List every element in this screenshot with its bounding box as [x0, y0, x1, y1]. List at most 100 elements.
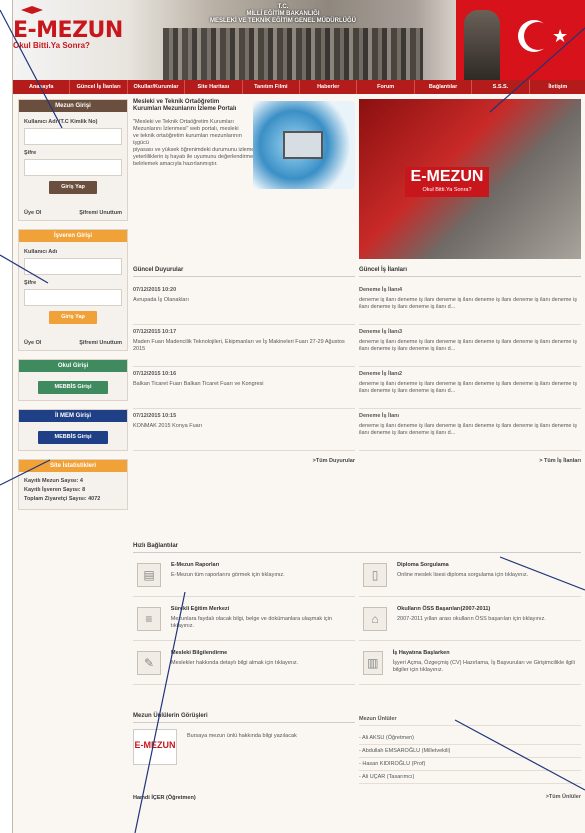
mezun-forgot-link[interactable]: Şifremi Unuttum	[79, 210, 122, 216]
books-icon: ≡	[137, 607, 161, 631]
job-item[interactable]: Deneme İş İlanı2 deneme iş ilanı deneme i…	[359, 367, 581, 409]
laptop-icon	[283, 131, 323, 159]
mezun-pass-input[interactable]	[24, 159, 122, 176]
isveren-register-link[interactable]: Üye Ol	[24, 340, 41, 346]
famous-alumni-item[interactable]: - Hasan KIDIROĞLU (Prof)	[359, 758, 581, 771]
opinion-text: Bursaya mezun ünlü hakkında bilgi yazıla…	[187, 733, 297, 739]
notepad-icon: ✎	[137, 651, 161, 675]
ilmem-login-box: İl MEM Girişi MEBBİS Girişi	[18, 409, 128, 451]
all-jobs-link[interactable]: > Tüm İş İlanları	[359, 458, 581, 464]
job-text: deneme iş ilanı deneme iş ilanı deneme i…	[359, 381, 577, 394]
opinion-author[interactable]: Hamdi İÇER (Öğretmen)	[133, 795, 355, 801]
mezun-pass-label: Şifre	[24, 150, 37, 156]
building-icon: ⌂	[363, 607, 387, 631]
announcement-date: 07/12/2015 10:20	[133, 287, 177, 293]
nav-baglantilar[interactable]: Bağlantılar	[415, 80, 473, 94]
quick-link-desc: Meslekler hakkında detaylı bilgi almak i…	[171, 660, 299, 666]
job-text: deneme iş ilanı deneme iş ilanı deneme i…	[359, 339, 577, 352]
famous-alumni-item[interactable]: - Ali UÇAR (Tasarımcı)	[359, 771, 581, 784]
isveren-pass-input[interactable]	[24, 289, 122, 306]
nav-haberler[interactable]: Haberler	[300, 80, 358, 94]
page-frame: T.C. MİLLİ EĞİTİM BAKANLIĞI MESLEKİ VE T…	[12, 0, 585, 833]
job-item[interactable]: Deneme İş İlanı4 deneme iş ilanı deneme i…	[359, 283, 581, 325]
graduation-cap-icon	[21, 6, 43, 14]
announcements-title: Güncel Duyurular	[133, 267, 355, 277]
nav-site-haritasi[interactable]: Site Haritası	[185, 80, 243, 94]
famous-alumni-section: Mezun Ünlüler - Ali AKSU (Öğretmen) - Ab…	[359, 713, 581, 804]
stats-visitor-count: Toplam Ziyaretçi Sayısı: 4072	[24, 496, 101, 502]
logo-text: E-MEZUN	[13, 18, 123, 43]
mezun-user-label: Kullanıcı Adı (T.C Kimlik No)	[24, 119, 98, 125]
quick-link-item[interactable]: ▥ İş Hayatına Başlarken İşyeri Açma, Özgeç…	[359, 647, 581, 685]
isveren-login-button[interactable]: Giriş Yap	[49, 311, 97, 324]
mezun-login-box: Mezun Girişi Kullanıcı Adı (T.C Kimlik N…	[18, 99, 128, 221]
quick-link-item[interactable]: ⌂ Okulların ÖSS Başarıları(2007-2011) 2007…	[359, 603, 581, 641]
announcement-item[interactable]: 07/12/2015 10:20 Avrupada İş Olanakları	[133, 283, 355, 325]
ministry-line1: T.C.	[277, 4, 289, 10]
mezun-login-title: Mezun Girişi	[19, 100, 127, 112]
main-nav: Anasayfa Güncel İş İlanları Okullar/Kuru…	[13, 80, 585, 94]
job-title: Deneme İş İlanı3	[359, 329, 403, 335]
famous-alumni-title: Mezun Ünlüler	[359, 713, 581, 726]
document-icon: ▯	[363, 563, 387, 587]
announcement-item[interactable]: 07/12/2015 10:17 Maden Fuarı Madencilik T…	[133, 325, 355, 367]
isveren-login-title: İşveren Girişi	[19, 230, 127, 242]
jobs-title: Güncel İş İlanları	[359, 267, 581, 277]
quick-link-item[interactable]: ▤ E-Mezun Raporları E-Mezun tüm raporların…	[133, 559, 355, 597]
famous-alumni-item[interactable]: - Ali AKSU (Öğretmen)	[359, 732, 581, 745]
nav-is-ilanlari[interactable]: Güncel İş İlanları	[70, 80, 128, 94]
site-logo[interactable]: E-MEZUN Okul Bitti.Ya Sonra?	[13, 6, 123, 50]
quick-link-item[interactable]: ≡ Sürekli Eğitim Merkezi Mezunlara faydalı…	[133, 603, 355, 641]
mezun-register-link[interactable]: Üye Ol	[24, 210, 41, 216]
mezun-login-button[interactable]: Giriş Yap	[49, 181, 97, 194]
announcement-date: 07/12/2015 10:16	[133, 371, 177, 377]
quick-link-desc: İşyeri Açma, Özgeçmiş (CV) Hazırlama, İş…	[392, 660, 575, 673]
nav-tanitim-filmi[interactable]: Tanıtım Filmi	[243, 80, 301, 94]
site-stats-box: Site İstatistikleri Kayıtlı Mezun Sayısı…	[18, 459, 128, 510]
nav-iletisim[interactable]: İletişim	[530, 80, 585, 94]
isveren-user-label: Kullanıcı Adı	[24, 249, 58, 255]
famous-alumni-item[interactable]: - Abdullah EMSAROĞLU (Milletvekili)	[359, 745, 581, 758]
quick-link-desc: 2007-2011 yılları arası okulların ÖSS ba…	[397, 616, 546, 622]
job-item[interactable]: Deneme İş İlanı deneme iş ilanı deneme iş…	[359, 409, 581, 451]
quick-link-desc: E-Mezun tüm raporlarını görmek için tıkl…	[171, 572, 285, 578]
announcement-item[interactable]: 07/12/2015 10:16 Balkan Ticaret Fuarı Bal…	[133, 367, 355, 409]
file-icon: ▥	[363, 651, 383, 675]
stats-isveren-count: Kayıtlı İşveren Sayısı: 8	[24, 487, 86, 493]
announcement-text: Maden Fuarı Madencilik Teknolojileri, Ek…	[133, 339, 345, 352]
isveren-user-input[interactable]	[24, 258, 122, 275]
announcement-date: 07/12/2015 10:17	[133, 329, 177, 335]
promo-banner[interactable]: E-MEZUN Okul Bitti.Ya Sonra?	[359, 99, 581, 259]
all-famous-link[interactable]: >Tüm Ünlüler	[359, 791, 581, 804]
job-title: Deneme İş İlanı2	[359, 371, 403, 377]
nav-sss[interactable]: S.S.S.	[472, 80, 530, 94]
intro-text-1: "Mesleki ve Teknik Ortaöğretim Kurumları…	[133, 119, 242, 146]
ilmem-mebbis-button[interactable]: MEBBİS Girişi	[38, 431, 108, 444]
isveren-pass-label: Şifre	[24, 280, 37, 286]
opinion-logo: E-MEZUN	[133, 729, 177, 765]
quick-link-desc: Online meslek lisesi diploma sorgulama i…	[397, 572, 529, 578]
mezun-user-input[interactable]	[24, 128, 122, 145]
star-icon: ★	[552, 26, 569, 46]
announcement-item[interactable]: 07/12/2015 10:15 KONMAK 2015 Konya Fuarı	[133, 409, 355, 451]
intro-title: Mesleki ve Teknik Ortaöğretim Kurumları …	[133, 99, 237, 112]
header-banner: T.C. MİLLİ EĞİTİM BAKANLIĞI MESLEKİ VE T…	[13, 0, 585, 80]
nav-okullar[interactable]: Okullar/Kurumlar	[128, 80, 186, 94]
announcements-section: Güncel Duyurular 07/12/2015 10:20 Avrupad…	[133, 267, 355, 464]
announcement-date: 07/12/2015 10:15	[133, 413, 177, 419]
quick-link-item[interactable]: ▯ Diploma Sorgulama Online meslek lisesi d…	[359, 559, 581, 597]
ataturk-portrait	[464, 10, 500, 80]
nav-anasayfa[interactable]: Anasayfa	[13, 80, 71, 94]
job-title: Deneme İş İlanı4	[359, 287, 403, 293]
opinions-section: Mezun Ünlülerin Görüşleri E-MEZUN Bursay…	[133, 713, 355, 801]
quick-link-item[interactable]: ✎ Mesleki Bilgilendirme Meslekler hakkında…	[133, 647, 355, 685]
nav-forum[interactable]: Forum	[357, 80, 415, 94]
all-announcements-link[interactable]: >Tüm Duyurular	[133, 458, 355, 464]
okul-mebbis-button[interactable]: MEBBİS Girişi	[38, 381, 108, 394]
report-icon: ▤	[137, 563, 161, 587]
isveren-forgot-link[interactable]: Şifremi Unuttum	[79, 340, 122, 346]
job-item[interactable]: Deneme İş İlanı3 deneme iş ilanı deneme i…	[359, 325, 581, 367]
okul-login-title: Okul Girişi	[19, 360, 127, 372]
announcement-text: KONMAK 2015 Konya Fuarı	[133, 423, 203, 429]
ministry-line2: MİLLİ EĞİTİM BAKANLIĞI	[246, 11, 320, 17]
